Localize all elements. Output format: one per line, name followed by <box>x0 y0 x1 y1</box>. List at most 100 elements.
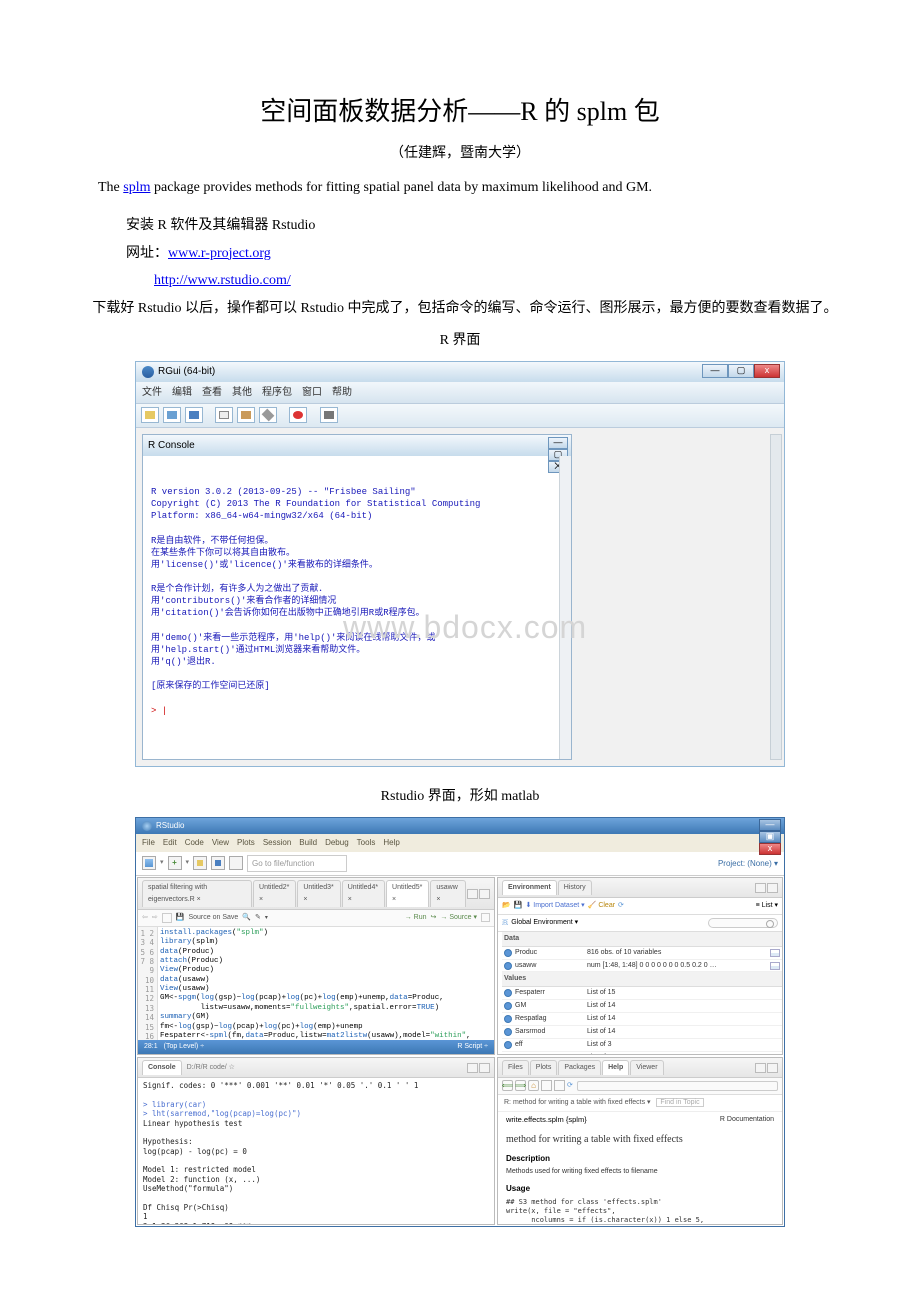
expand-icon[interactable] <box>504 1041 512 1049</box>
pane-minimize-icon[interactable] <box>755 1063 766 1073</box>
tab-plots[interactable]: Plots <box>530 1060 558 1075</box>
source-tab[interactable]: spatial filtering with eigenvectors.R × <box>142 880 252 907</box>
r-project-link[interactable]: www.r-project.org <box>168 246 271 261</box>
open-icon[interactable] <box>141 407 159 423</box>
print-icon[interactable] <box>229 856 243 870</box>
source-code[interactable]: install.packages("splm") library(splm) d… <box>160 927 494 1040</box>
r-console-body[interactable]: R version 3.0.2 (2013-09-25) -- "Frisbee… <box>143 456 571 759</box>
tab-history[interactable]: History <box>558 880 592 895</box>
import-dataset-button[interactable]: ⬇ Import Dataset ▾ <box>525 900 584 912</box>
menu-edit[interactable]: Edit <box>163 838 177 847</box>
tab-files[interactable]: Files <box>502 1060 529 1075</box>
source-tab[interactable]: Untitled5* × <box>386 880 429 907</box>
paste-icon[interactable] <box>237 407 255 423</box>
view-data-icon[interactable] <box>770 962 780 970</box>
close-button[interactable]: x <box>754 364 780 378</box>
menu-帮助[interactable]: 帮助 <box>332 387 352 398</box>
save-env-icon[interactable]: 💾 <box>514 900 523 912</box>
menu-session[interactable]: Session <box>263 838 291 847</box>
expand-icon[interactable] <box>504 962 512 970</box>
menu-文件[interactable]: 文件 <box>142 387 162 398</box>
splm-link[interactable]: splm <box>123 180 150 195</box>
save-all-icon[interactable] <box>211 856 225 870</box>
env-row[interactable]: GMList of 14 <box>502 1000 782 1013</box>
find-in-topic-input[interactable]: Find in Topic <box>656 1098 703 1107</box>
tab-console[interactable]: Console <box>142 1060 182 1075</box>
tab-packages[interactable]: Packages <box>558 1060 601 1075</box>
open-file-icon[interactable] <box>193 856 207 870</box>
copy-icon[interactable] <box>215 407 233 423</box>
menu-code[interactable]: Code <box>185 838 204 847</box>
new-file-icon[interactable] <box>142 856 156 870</box>
expand-icon[interactable] <box>504 949 512 957</box>
back-icon[interactable]: ⇦ <box>142 912 148 924</box>
menu-其他[interactable]: 其他 <box>232 387 252 398</box>
env-row[interactable]: effList of 3 <box>502 1039 782 1052</box>
new-project-icon[interactable] <box>168 856 182 870</box>
save-icon[interactable] <box>185 407 203 423</box>
expand-icon[interactable] <box>504 989 512 997</box>
refresh-icon[interactable]: ⟳ <box>618 900 624 912</box>
menu-plots[interactable]: Plots <box>237 838 255 847</box>
help-refresh-icon[interactable]: ⟳ <box>567 1080 573 1092</box>
console-body[interactable]: Signif. codes: 0 '***' 0.001 '**' 0.01 '… <box>138 1078 494 1224</box>
env-row[interactable]: SarsrmodList of 14 <box>502 1026 782 1039</box>
tab-help[interactable]: Help <box>602 1060 629 1075</box>
pane-minimize-icon[interactable] <box>467 1063 478 1073</box>
help-back-icon[interactable]: ⟸ <box>502 1080 513 1091</box>
source-tab[interactable]: Untitled2* × <box>253 880 296 907</box>
menu-编辑[interactable]: 编辑 <box>172 387 192 398</box>
console-scrollbar[interactable] <box>559 456 571 759</box>
outline-icon[interactable] <box>481 913 490 922</box>
menu-debug[interactable]: Debug <box>325 838 349 847</box>
env-row[interactable]: Produc816 obs. of 10 variables <box>502 947 782 960</box>
tab-viewer[interactable]: Viewer <box>630 1060 663 1075</box>
menu-file[interactable]: File <box>142 838 155 847</box>
env-row[interactable]: usawwnum [1:48, 1:48] 0 0 0 0 0 0 0 0.5 … <box>502 960 782 973</box>
goto-file-input[interactable]: Go to file/function <box>247 855 347 873</box>
help-search-input[interactable] <box>577 1081 778 1091</box>
stop-icon[interactable] <box>289 407 307 423</box>
find-icon[interactable]: 🔍 <box>242 912 251 924</box>
source-tab[interactable]: Untitled3* × <box>297 880 340 907</box>
save-icon[interactable]: 💾 <box>176 912 185 924</box>
show-doc-icon[interactable] <box>162 913 172 923</box>
menu-tools[interactable]: Tools <box>357 838 376 847</box>
source-tab[interactable]: usaww × <box>430 880 466 907</box>
menu-view[interactable]: View <box>212 838 229 847</box>
extra-pane-icon[interactable] <box>767 883 778 893</box>
maximize-button[interactable]: ▢ <box>728 364 754 378</box>
rerun-button[interactable]: ↪ <box>431 912 437 924</box>
menu-查看[interactable]: 查看 <box>202 387 222 398</box>
close-button[interactable]: x <box>759 843 781 855</box>
menu-窗口[interactable]: 窗口 <box>302 387 322 398</box>
tab-environment[interactable]: Environment <box>502 880 557 895</box>
pane-minimize-icon[interactable] <box>467 889 478 899</box>
view-data-icon[interactable] <box>770 949 780 957</box>
clear-button[interactable]: 🧹 Clear <box>588 900 615 912</box>
print-icon[interactable] <box>320 407 338 423</box>
extra-pane-icon[interactable] <box>479 889 490 899</box>
extra-pane-icon[interactable] <box>767 1063 778 1073</box>
env-row[interactable]: errList of 15 <box>502 1052 782 1054</box>
source-tab[interactable]: Untitled4* × <box>342 880 385 907</box>
copy-paste-icon[interactable] <box>259 407 277 423</box>
help-forward-icon[interactable]: ⟹ <box>515 1080 526 1091</box>
rstudio-link[interactable]: http://www.rstudio.com/ <box>154 273 291 288</box>
menu-help[interactable]: Help <box>383 838 399 847</box>
menu-build[interactable]: Build <box>299 838 317 847</box>
extra-pane-icon[interactable] <box>479 1063 490 1073</box>
help-window-icon[interactable] <box>554 1080 565 1091</box>
source-editor[interactable]: 1 2 3 4 5 6 7 8 9 10 11 12 13 14 15 16 1… <box>138 927 494 1040</box>
scope-label[interactable]: (Top Level) ÷ <box>164 1041 204 1053</box>
wand-icon[interactable]: ✎ <box>255 912 261 924</box>
env-scope[interactable]: Global Environment ▾ <box>511 917 578 929</box>
project-label[interactable]: Project: (None) ▾ <box>718 857 778 871</box>
menu-程序包[interactable]: 程序包 <box>262 387 292 398</box>
expand-icon[interactable] <box>504 1015 512 1023</box>
minimize-button[interactable]: — <box>702 364 728 378</box>
forward-icon[interactable]: ⇨ <box>152 912 158 924</box>
help-print-icon[interactable] <box>541 1080 552 1091</box>
run-button[interactable]: → Run <box>405 912 427 924</box>
list-view-button[interactable]: ≡ List ▾ <box>756 900 778 912</box>
